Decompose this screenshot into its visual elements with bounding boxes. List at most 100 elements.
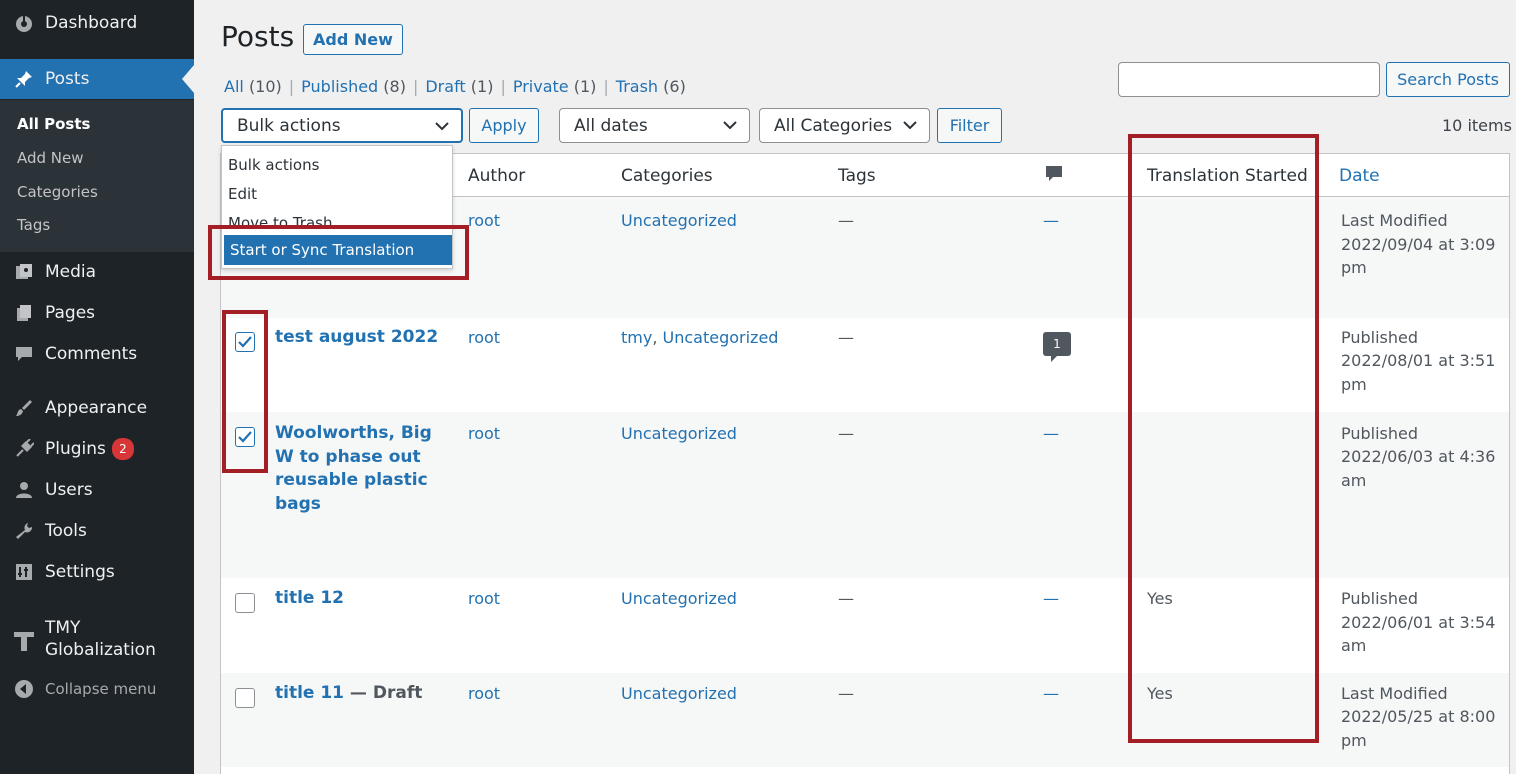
menu-label: Users [45, 480, 93, 500]
category-link[interactable]: Uncategorized [621, 682, 737, 706]
chevron-down-icon [903, 121, 917, 130]
media-icon [12, 260, 36, 284]
filter-all[interactable]: All [224, 77, 244, 96]
date-value: am [1341, 636, 1367, 655]
categories-filter-select[interactable]: All Categories [759, 108, 930, 143]
menu-settings[interactable]: Settings [0, 554, 194, 590]
add-new-button[interactable]: Add New [303, 24, 403, 55]
date-status: Published [1341, 424, 1419, 443]
category-link[interactable]: Uncategorized [663, 328, 779, 347]
menu-tmy-globalization[interactable]: TMY Globalization [0, 615, 194, 663]
menu-label: Appearance [45, 398, 148, 418]
filter-draft[interactable]: Draft [425, 77, 465, 96]
select-value: All Categories [774, 115, 893, 136]
translation-value: Yes [1147, 684, 1173, 703]
menu-posts[interactable]: Posts [0, 59, 194, 99]
table-row: title 12 root Uncategorized — — Yes Publ… [221, 578, 1509, 673]
post-title-link[interactable]: title 11 — Draft [275, 682, 455, 706]
author-link[interactable]: root [468, 422, 500, 446]
option-move-to-trash[interactable]: Move to Trash [222, 208, 452, 237]
dates-filter-select[interactable]: All dates [559, 108, 750, 143]
select-value: All dates [574, 115, 648, 136]
author-link[interactable]: root [468, 326, 500, 350]
date-value: 2022/05/25 at 8:00 [1341, 707, 1496, 726]
comments-value: — [1043, 211, 1059, 230]
row-checkbox[interactable] [235, 427, 255, 447]
collapse-arrow-icon [12, 677, 36, 701]
date-status: Published [1341, 328, 1419, 347]
date-value: pm [1341, 375, 1367, 394]
separator: | [603, 77, 609, 96]
menu-users[interactable]: Users [0, 472, 194, 508]
author-link[interactable]: root [468, 682, 500, 706]
column-date-sortable[interactable]: Date [1339, 166, 1380, 186]
users-icon [12, 478, 36, 502]
menu-label: Dashboard [45, 13, 138, 33]
submenu-tags[interactable]: Tags [17, 216, 50, 234]
search-input[interactable] [1118, 62, 1380, 97]
option-start-sync-translation[interactable]: Start or Sync Translation [224, 235, 452, 265]
menu-label-line1: TMY [45, 618, 81, 638]
menu-label: Settings [45, 562, 115, 582]
menu-plugins[interactable]: Plugins 2 [0, 431, 194, 467]
category-link[interactable]: Uncategorized [621, 422, 737, 446]
tags-value: — [838, 589, 854, 608]
count: (6) [663, 77, 686, 96]
filter-private[interactable]: Private [513, 77, 569, 96]
submenu-categories[interactable]: Categories [17, 183, 98, 201]
row-checkbox[interactable] [235, 332, 255, 352]
collapse-menu-button[interactable]: Collapse menu [0, 671, 194, 707]
page-title: Posts [221, 20, 295, 53]
category-link[interactable]: Uncategorized [621, 587, 737, 611]
menu-tools[interactable]: Tools [0, 513, 194, 549]
date-value: 2022/08/01 at 3:51 [1341, 351, 1496, 370]
category-link[interactable]: Uncategorized [621, 209, 737, 233]
menu-dashboard[interactable]: Dashboard [0, 5, 194, 41]
bulk-actions-select[interactable]: Bulk actions [221, 108, 463, 143]
filter-trash[interactable]: Trash [616, 77, 658, 96]
author-link[interactable]: root [468, 587, 500, 611]
menu-label: Plugins [45, 439, 106, 459]
separator: | [500, 77, 506, 96]
admin-sidebar: Dashboard Posts All Posts Add New Catego… [0, 0, 194, 774]
menu-label-line2: Globalization [45, 640, 156, 660]
title-text: title 11 [275, 683, 345, 703]
menu-comments[interactable]: Comments [0, 336, 194, 372]
title-line: Woolworths, Big [275, 423, 432, 443]
author-link[interactable]: root [468, 209, 500, 233]
count: (1) [573, 77, 597, 96]
post-title-link[interactable]: test august 2022 [275, 326, 455, 350]
menu-label: Pages [45, 303, 96, 323]
table-row: title 11 — Draft root Uncategorized — — … [221, 673, 1509, 767]
row-checkbox[interactable] [235, 593, 255, 613]
filter-published[interactable]: Published [301, 77, 378, 96]
submenu-all-posts[interactable]: All Posts [17, 115, 90, 133]
option-edit[interactable]: Edit [222, 179, 452, 208]
date-value: pm [1341, 731, 1367, 750]
comments-icon[interactable] [1045, 165, 1063, 187]
option-bulk-actions[interactable]: Bulk actions [222, 150, 452, 179]
translation-value: Yes [1147, 589, 1173, 608]
post-title-link[interactable]: title 12 [275, 587, 455, 611]
tags-value: — [838, 211, 854, 230]
menu-pages[interactable]: Pages [0, 295, 194, 331]
post-title-link[interactable]: Woolworths, Big W to phase out reusable … [275, 422, 455, 516]
tags-value: — [838, 328, 854, 347]
wrench-icon [12, 519, 36, 543]
title-line: W to phase out [275, 446, 421, 467]
menu-appearance[interactable]: Appearance [0, 390, 194, 426]
search-posts-button[interactable]: Search Posts [1386, 62, 1510, 97]
filter-button[interactable]: Filter [937, 108, 1002, 143]
date-value: am [1341, 471, 1367, 490]
date-status: Last Modified [1341, 211, 1448, 230]
category-link[interactable]: tmy [621, 328, 652, 347]
submenu-add-new[interactable]: Add New [17, 149, 84, 167]
category-separator: , [652, 328, 663, 347]
row-checkbox[interactable] [235, 688, 255, 708]
date-value: 2022/06/03 at 4:36 [1341, 447, 1496, 466]
comment-count-bubble[interactable]: 1 [1043, 332, 1071, 362]
menu-media[interactable]: Media [0, 254, 194, 290]
title-line: reusable plastic [275, 470, 428, 490]
apply-button[interactable]: Apply [469, 108, 539, 143]
settings-icon [12, 560, 36, 584]
